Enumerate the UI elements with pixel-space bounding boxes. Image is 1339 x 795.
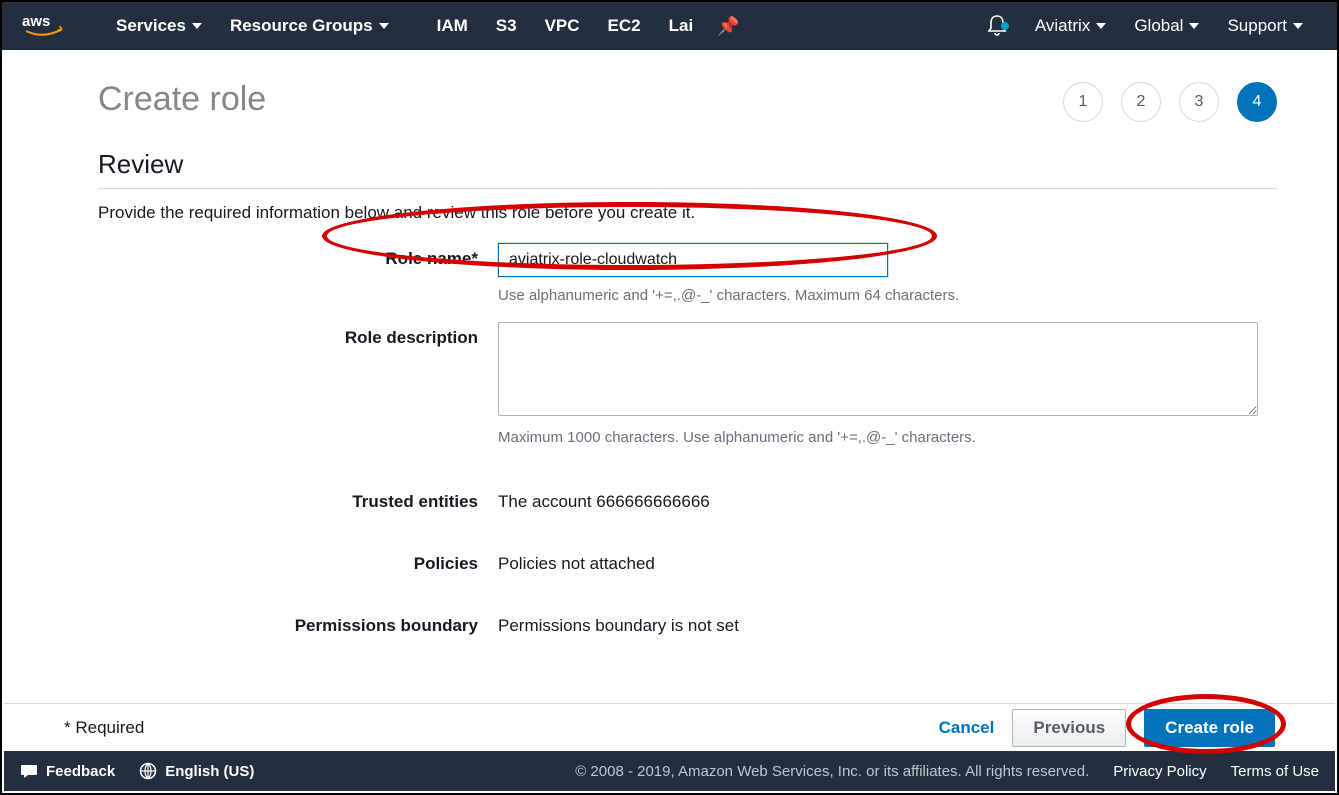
footer: Feedback English (US) © 2008 - 2019, Ama… (4, 751, 1335, 791)
role-name-label: Role name* (98, 243, 498, 304)
nav-account[interactable]: Aviatrix (1021, 16, 1120, 36)
nav-resource-groups[interactable]: Resource Groups (216, 16, 403, 36)
section-divider (98, 188, 1277, 189)
permissions-boundary-label: Permissions boundary (98, 610, 498, 636)
notification-dot-icon (1001, 22, 1009, 30)
caret-down-icon (1189, 23, 1199, 29)
caret-down-icon (379, 23, 389, 29)
nav-shortcut-ec2[interactable]: EC2 (594, 16, 655, 36)
policies-label: Policies (98, 548, 498, 574)
wizard-steps: 1 2 3 4 (1063, 82, 1277, 122)
nav-support[interactable]: Support (1213, 16, 1317, 36)
caret-down-icon (1293, 23, 1303, 29)
caret-down-icon (1096, 23, 1106, 29)
role-description-label: Role description (98, 322, 498, 446)
top-nav: aws Services Resource Groups IAM S3 VPC … (2, 2, 1337, 50)
nav-services[interactable]: Services (102, 16, 216, 36)
nav-shortcut-iam[interactable]: IAM (423, 16, 482, 36)
role-name-input[interactable] (498, 243, 888, 277)
permissions-boundary-value: Permissions boundary is not set (498, 610, 1258, 636)
role-name-hint: Use alphanumeric and '+=,.@-_' character… (498, 287, 1258, 304)
main-content: Create role 1 2 3 4 Review Provide the r… (2, 50, 1337, 713)
step-4[interactable]: 4 (1237, 82, 1277, 122)
section-title: Review (98, 149, 1277, 180)
nav-region[interactable]: Global (1120, 16, 1213, 36)
pin-icon[interactable]: 📌 (707, 16, 749, 37)
policies-value: Policies not attached (498, 548, 1258, 574)
role-description-hint: Maximum 1000 characters. Use alphanumeri… (498, 429, 1258, 446)
trusted-entities-value: The account 666666666666 (498, 486, 1258, 512)
nav-shortcut-vpc[interactable]: VPC (531, 16, 594, 36)
speech-bubble-icon (20, 762, 38, 780)
action-bar: * Required Cancel Previous Create role (4, 703, 1335, 751)
trusted-entities-label: Trusted entities (98, 486, 498, 512)
caret-down-icon (192, 23, 202, 29)
role-description-input[interactable] (498, 322, 1258, 416)
aws-logo[interactable]: aws (22, 11, 72, 41)
create-role-button[interactable]: Create role (1144, 709, 1275, 747)
copyright-text: © 2008 - 2019, Amazon Web Services, Inc.… (575, 763, 1089, 780)
globe-icon (139, 762, 157, 780)
step-1[interactable]: 1 (1063, 82, 1103, 122)
notifications-bell[interactable] (973, 14, 1021, 39)
step-2[interactable]: 2 (1121, 82, 1161, 122)
svg-text:aws: aws (22, 13, 50, 30)
required-note: * Required (64, 718, 144, 738)
language-selector[interactable]: English (US) (139, 762, 254, 780)
nav-shortcut-s3[interactable]: S3 (482, 16, 531, 36)
step-3[interactable]: 3 (1179, 82, 1219, 122)
feedback-link[interactable]: Feedback (20, 762, 115, 780)
intro-text: Provide the required information below a… (98, 203, 1277, 223)
terms-of-use-link[interactable]: Terms of Use (1231, 763, 1319, 780)
cancel-button[interactable]: Cancel (939, 718, 995, 738)
nav-shortcut-more[interactable]: Lai (655, 16, 708, 36)
previous-button[interactable]: Previous (1012, 709, 1126, 747)
privacy-policy-link[interactable]: Privacy Policy (1113, 763, 1206, 780)
